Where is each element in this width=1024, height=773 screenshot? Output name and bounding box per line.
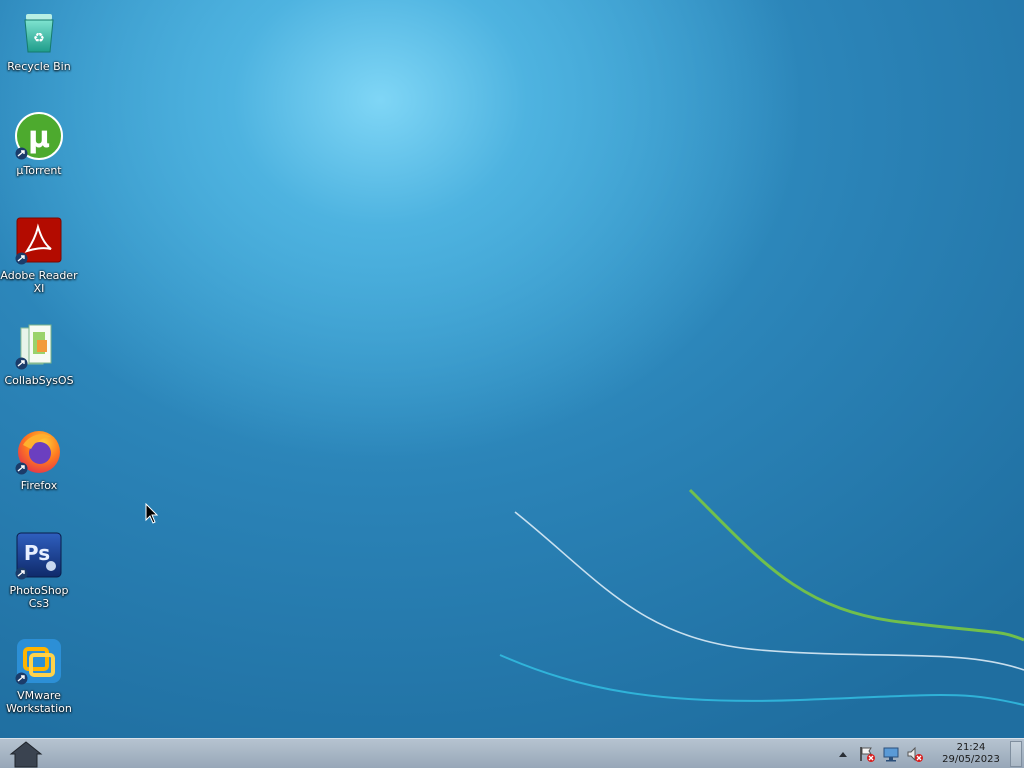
network-icon[interactable] bbox=[880, 743, 902, 765]
shortcut-arrow-icon bbox=[15, 147, 28, 160]
icon-label: µTorrent bbox=[16, 164, 62, 177]
svg-text:♻: ♻ bbox=[33, 31, 45, 46]
desktop-icon-firefox[interactable]: Firefox bbox=[0, 427, 78, 492]
action-center-flag-icon[interactable] bbox=[856, 743, 878, 765]
icon-label: Recycle Bin bbox=[7, 60, 71, 73]
volume-muted-icon[interactable] bbox=[904, 743, 926, 765]
icon-label: CollabSysOS bbox=[4, 374, 74, 387]
clock-time: 21:24 bbox=[956, 742, 986, 753]
utorrent-icon: µ bbox=[15, 112, 63, 160]
shortcut-arrow-icon bbox=[15, 672, 28, 685]
tray-expand-icon[interactable] bbox=[832, 743, 854, 765]
wallpaper-swooshes bbox=[499, 488, 1024, 706]
firefox-icon bbox=[15, 427, 63, 475]
shortcut-arrow-icon bbox=[15, 252, 28, 265]
icon-label: Adobe Reader XI bbox=[0, 269, 78, 295]
vmware-icon bbox=[15, 637, 63, 685]
svg-text:µ: µ bbox=[28, 120, 50, 155]
icon-label: PhotoShop Cs3 bbox=[9, 584, 69, 610]
collabsysos-icon bbox=[15, 322, 63, 370]
svg-text:Ps: Ps bbox=[24, 541, 50, 565]
desktop-icon-vmware[interactable]: VMware Workstation bbox=[0, 637, 78, 715]
desktop[interactable]: ♻ Recycle Bin µ µTorrent Adobe Reader XI bbox=[0, 0, 1024, 738]
home-icon bbox=[9, 741, 43, 768]
recycle-bin-icon: ♻ bbox=[15, 8, 63, 56]
adobe-reader-icon bbox=[15, 217, 63, 265]
system-tray: 21:24 29/05/2023 bbox=[830, 739, 1024, 769]
mouse-cursor-icon bbox=[145, 503, 159, 524]
show-desktop-button[interactable] bbox=[1010, 741, 1022, 767]
photoshop-icon: Ps bbox=[15, 532, 63, 580]
taskbar: 21:24 29/05/2023 bbox=[0, 738, 1024, 768]
shortcut-arrow-icon bbox=[15, 462, 28, 475]
icon-label: VMware Workstation bbox=[6, 689, 72, 715]
start-button[interactable] bbox=[8, 739, 44, 769]
desktop-icon-collabsysos[interactable]: CollabSysOS bbox=[0, 322, 78, 387]
clock-date: 29/05/2023 bbox=[942, 754, 1000, 765]
desktop-icon-utorrent[interactable]: µ µTorrent bbox=[0, 112, 78, 177]
desktop-icon-recycle-bin[interactable]: ♻ Recycle Bin bbox=[0, 8, 78, 73]
shortcut-arrow-icon bbox=[15, 357, 28, 370]
icon-label: Firefox bbox=[20, 479, 58, 492]
desktop-icon-photoshop[interactable]: Ps PhotoShop Cs3 bbox=[0, 532, 78, 610]
desktop-icon-adobe-reader[interactable]: Adobe Reader XI bbox=[0, 217, 78, 295]
shortcut-arrow-icon bbox=[15, 567, 28, 580]
clock[interactable]: 21:24 29/05/2023 bbox=[936, 742, 1006, 766]
